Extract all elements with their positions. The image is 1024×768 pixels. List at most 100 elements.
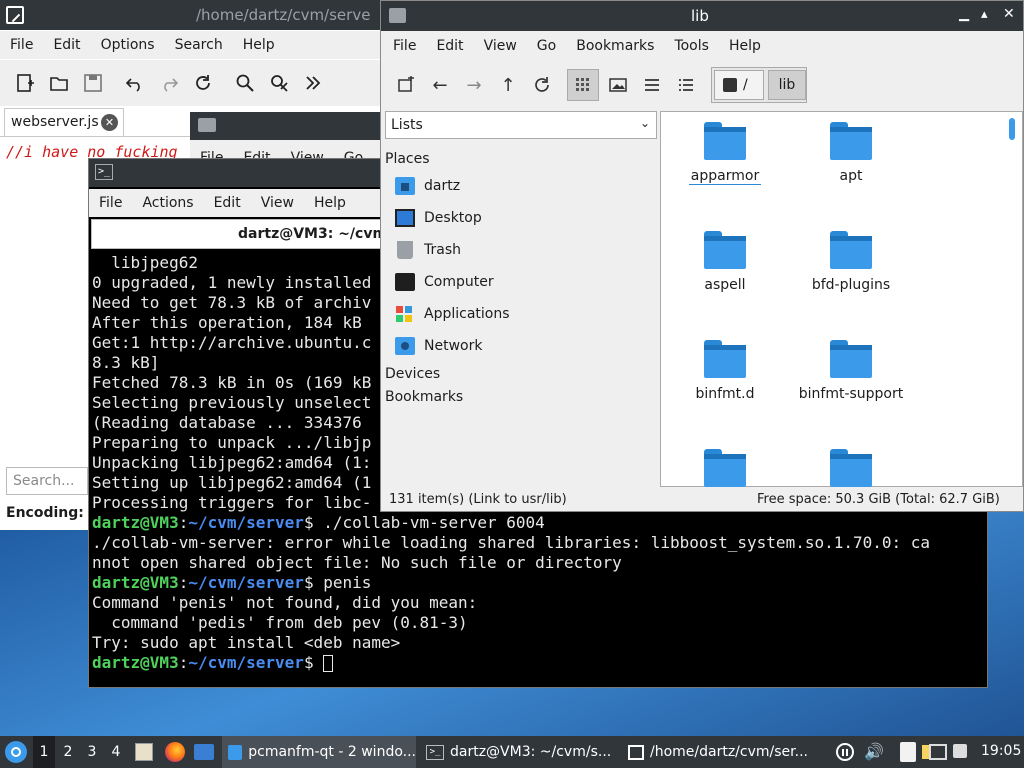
file-manager-launcher-icon[interactable]	[135, 743, 153, 761]
fm-menu-file[interactable]: File	[383, 38, 426, 54]
editor-toolbar	[0, 60, 384, 106]
bookmarks-header[interactable]: Bookmarks	[385, 389, 463, 405]
terminal-menu-edit[interactable]: Edit	[204, 195, 251, 211]
forward-arrow-icon[interactable]: →	[459, 70, 489, 100]
folder-item-bfd-plugins[interactable]: bfd-plugins	[791, 231, 911, 293]
folder-item-apparmor[interactable]: apparmor	[665, 122, 785, 185]
prompt-path: ~/cvm/server	[188, 573, 304, 592]
folder-item-label: bfd-plugins	[811, 277, 891, 293]
path-bar: / lib	[711, 67, 807, 103]
terminal-app-icon: >_	[426, 744, 444, 760]
compact-view-icon[interactable]	[637, 70, 667, 100]
new-tab-icon[interactable]	[391, 70, 421, 100]
start-menu-icon[interactable]	[5, 741, 27, 763]
network-status-icon[interactable]	[929, 744, 947, 760]
sidebar-item-applications[interactable]: Applications	[395, 301, 510, 327]
fm-menu-edit[interactable]: Edit	[426, 38, 473, 54]
maximize-icon[interactable]: ▴	[981, 7, 988, 22]
sidebar-item-label: dartz	[424, 178, 461, 194]
devices-header[interactable]: Devices	[385, 366, 440, 382]
side-pane-mode-select[interactable]: Lists ⌄	[385, 111, 657, 139]
close-icon[interactable]: ✕	[1003, 6, 1015, 22]
folder-item-binfmt-support[interactable]: binfmt-support	[791, 340, 911, 402]
folder-item-label: binfmt.d	[695, 386, 755, 402]
folder-item[interactable]	[791, 449, 911, 487]
editor-menu-file[interactable]: File	[0, 37, 43, 53]
terminal-tab-title: dartz@VM3: ~/cvm/s	[238, 226, 401, 242]
workspace-3[interactable]: 3	[82, 736, 102, 768]
task-label: /home/dartz/cvm/ser...	[650, 744, 808, 760]
back-filemanager-titlebar[interactable]	[190, 112, 390, 140]
fm-menu-go[interactable]: Go	[527, 38, 566, 54]
folder-icon	[830, 231, 872, 269]
minimize-icon[interactable]: ▁	[959, 7, 969, 22]
vertical-scrollbar[interactable]	[1005, 114, 1019, 484]
pause-icon[interactable]	[836, 743, 854, 761]
folder-icon	[830, 340, 872, 378]
more-chevron-icon[interactable]	[298, 68, 328, 98]
fm-menu-help[interactable]: Help	[719, 38, 771, 54]
filemanager-titlebar[interactable]: lib ▁ ▴ ✕	[381, 1, 1023, 31]
terminal-menu-help[interactable]: Help	[304, 195, 356, 211]
back-arrow-icon[interactable]: ←	[425, 70, 455, 100]
sidebar-item-dartz[interactable]: dartz	[395, 173, 460, 199]
fm-menu-bookmarks[interactable]: Bookmarks	[566, 38, 664, 54]
clipboard-icon[interactable]	[900, 742, 916, 762]
path-current-button[interactable]: lib	[768, 70, 806, 100]
sidebar-item-desktop[interactable]: Desktop	[395, 205, 482, 231]
taskbar: 1 2 3 4 pcmanfm-qt - 2 windo... >_ dartz…	[0, 736, 1024, 768]
editor-menu-edit[interactable]: Edit	[43, 37, 90, 53]
save-icon[interactable]	[78, 68, 108, 98]
task-terminal[interactable]: >_ dartz@VM3: ~/cvm/s...	[420, 736, 616, 768]
replace-icon[interactable]	[264, 68, 294, 98]
editor-menu-search[interactable]: Search	[165, 37, 233, 53]
applications-icon	[395, 305, 415, 323]
redo-icon[interactable]	[154, 68, 184, 98]
detailed-view-icon[interactable]	[671, 70, 701, 100]
folder-view[interactable]: apparmor apt aspell bfd-plugins binfmt.d…	[660, 111, 1023, 487]
editor-menu-options[interactable]: Options	[91, 37, 165, 53]
volume-icon[interactable]: 🔊	[864, 742, 884, 761]
sidebar-item-network[interactable]: Network	[395, 333, 482, 359]
fm-menu-view[interactable]: View	[474, 38, 527, 54]
icon-view-icon[interactable]	[567, 69, 599, 101]
terminal-menu-file[interactable]: File	[89, 195, 132, 211]
open-folder-icon[interactable]	[44, 68, 74, 98]
editor-menu-help[interactable]: Help	[233, 37, 285, 53]
close-tab-icon[interactable]: ✕	[101, 114, 118, 131]
thumbnail-view-icon[interactable]	[603, 70, 633, 100]
path-root-button[interactable]: /	[714, 70, 764, 100]
task-filemanager[interactable]: pcmanfm-qt - 2 windo...	[222, 736, 416, 768]
sidebar-item-computer[interactable]: Computer	[395, 269, 494, 295]
firefox-icon[interactable]	[165, 742, 185, 762]
folder-item-aspell[interactable]: aspell	[665, 231, 785, 293]
find-icon[interactable]	[230, 68, 260, 98]
task-editor[interactable]: /home/dartz/cvm/ser...	[622, 736, 818, 768]
folder-item-binfmt-d[interactable]: binfmt.d	[665, 340, 785, 402]
editor-titlebar[interactable]: /home/dartz/cvm/serve	[0, 0, 384, 30]
workspace-2[interactable]: 2	[58, 736, 78, 768]
encoding-label: Encoding: U	[6, 505, 99, 521]
computer-icon	[395, 273, 415, 291]
undo-icon[interactable]	[120, 68, 150, 98]
up-arrow-icon[interactable]: ↑	[493, 70, 523, 100]
editor-search-input[interactable]: Search...	[6, 467, 88, 495]
new-file-icon[interactable]	[10, 68, 40, 98]
fm-menu-tools[interactable]: Tools	[664, 38, 719, 54]
reload-icon[interactable]	[527, 70, 557, 100]
workspace-1[interactable]: 1	[33, 736, 55, 768]
update-notifier-icon[interactable]	[953, 744, 967, 758]
folder-item-apt[interactable]: apt	[791, 122, 911, 184]
terminal-menu-actions[interactable]: Actions	[132, 195, 203, 211]
scrollbar-thumb[interactable]	[1009, 118, 1015, 140]
reload-icon[interactable]	[188, 68, 218, 98]
sidebar-item-trash[interactable]: Trash	[395, 237, 461, 263]
terminal-menu-view[interactable]: View	[251, 195, 304, 211]
clock[interactable]: 19:05	[981, 743, 1021, 759]
path-current-label: lib	[778, 77, 796, 93]
editor-tab[interactable]: webserver.js ✕	[4, 108, 124, 136]
terminal-line: ./collab-vm-server: error while loading …	[92, 533, 931, 552]
show-desktop-icon[interactable]	[194, 744, 214, 760]
folder-item[interactable]	[665, 449, 785, 487]
workspace-4[interactable]: 4	[106, 736, 126, 768]
